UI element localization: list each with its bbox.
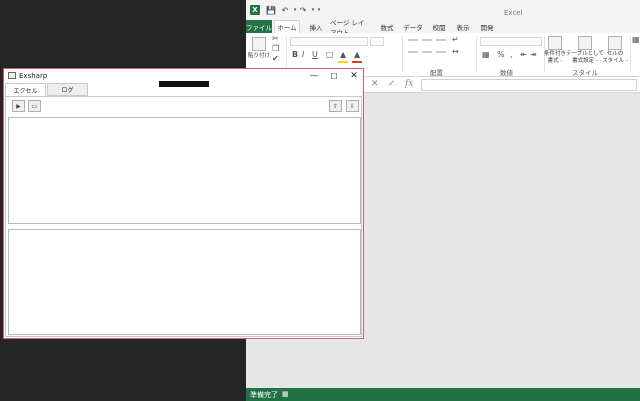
group-alignment-label: 配置 [430,69,443,77]
tab-formulas[interactable]: 数式 [376,20,398,33]
cell-styles-label[interactable]: セルの スタイル - [602,51,628,65]
number-format-select[interactable] [480,37,542,46]
excel-tab-panel: ▶ ▭ ⇧ ⇩ [5,96,362,337]
tab-review[interactable]: 校閲 [428,20,450,33]
enter-icon[interactable]: ✓ [388,79,396,89]
cell-styles-icon[interactable] [608,36,622,50]
minimize-button[interactable]: — [304,69,324,83]
maximize-button[interactable]: ☐ [324,69,344,83]
tab-data[interactable]: データ [401,20,425,33]
excel-app-title: Excel [504,9,523,17]
workbook-button[interactable]: ▭ [28,100,41,112]
tab-file[interactable]: ファイル [246,20,272,33]
bold-button[interactable]: B [292,50,298,59]
output-pane[interactable] [8,229,361,335]
copy-icon[interactable]: ❐ [272,44,279,53]
format-as-table-label[interactable]: テーブルとして 書式設定 - [566,51,604,65]
tab-view[interactable]: 表示 [452,20,474,33]
customize-qat-icon[interactable]: ▾ [314,5,324,15]
border-icon[interactable]: □ [326,50,334,59]
insert-function-icon[interactable]: fx [405,79,413,89]
currency-icon[interactable]: ▦ [482,50,490,59]
conditional-format-label[interactable]: 条件付き 書式 - [542,51,568,65]
comma-button[interactable]: , [510,50,513,59]
window-title: Exsharp [19,72,48,80]
tab-log[interactable]: ログ [47,83,88,96]
format-as-table-icon[interactable] [578,36,592,50]
redo-icon[interactable]: ↷ [298,5,308,15]
paste-icon[interactable] [252,37,266,51]
group-number-label: 数値 [500,69,513,77]
undo-icon[interactable]: ↶ [280,5,290,15]
excel-logo-icon: X [250,5,260,15]
cells-icon[interactable]: ▦ [632,35,640,44]
move-down-button[interactable]: ⇩ [346,100,359,112]
tab-home[interactable]: ホーム [274,20,300,33]
app-icon [8,72,16,79]
close-button[interactable]: ✕ [344,69,364,83]
conditional-format-icon[interactable] [548,36,562,50]
italic-button[interactable]: I [302,50,304,59]
status-bar: 準備完了 ▦ [246,388,640,401]
merge-center-icon[interactable]: ↔ [452,47,459,56]
cut-icon[interactable]: ✂ [272,34,279,43]
exsharp-tabs: エクセル ログ [4,83,363,96]
formula-input[interactable] [421,79,637,91]
move-up-button[interactable]: ⇧ [329,100,342,112]
tab-insert[interactable]: 挿入 [304,20,328,33]
percent-button[interactable]: % [497,50,505,59]
save-icon[interactable]: 💾 [266,5,276,15]
tab-page-layout[interactable]: ページ レイアウト [330,19,370,37]
cancel-icon[interactable]: ✕ [371,79,379,89]
wrap-text-icon[interactable]: ↵ [452,35,459,44]
macro-record-icon[interactable]: ▦ [282,390,289,398]
increase-decimal-icon[interactable]: ↞ [520,50,527,59]
run-button[interactable]: ▶ [12,100,25,112]
excel-ribbon-tabs: ファイル ホーム 挿入 ページ レイアウト 数式 データ 校閲 表示 開発 [246,19,640,37]
excel-title-bar: X 💾 ↶ ▾ ↷ ▾ ▾ Excel [246,0,640,20]
fill-color-icon[interactable]: ▲ [340,50,346,59]
format-painter-icon[interactable]: ✔ [272,54,279,63]
font-name-select[interactable] [290,37,368,46]
code-editor-pane[interactable] [8,117,361,224]
tab-developer[interactable]: 開発 [476,20,498,33]
paste-label: 貼り付け [248,53,271,59]
group-style-label: スタイル [572,69,598,77]
font-color-icon[interactable]: ▲ [354,50,360,59]
status-text: 準備完了 [250,391,278,399]
tab-excel[interactable]: エクセル [5,83,46,96]
font-size-select[interactable] [370,37,384,46]
underline-button[interactable]: U [312,50,318,59]
decrease-decimal-icon[interactable]: ↠ [530,50,537,59]
exsharp-window: Exsharp — ☐ ✕ エクセル ログ ▶ ▭ ⇧ ⇩ [3,68,364,339]
